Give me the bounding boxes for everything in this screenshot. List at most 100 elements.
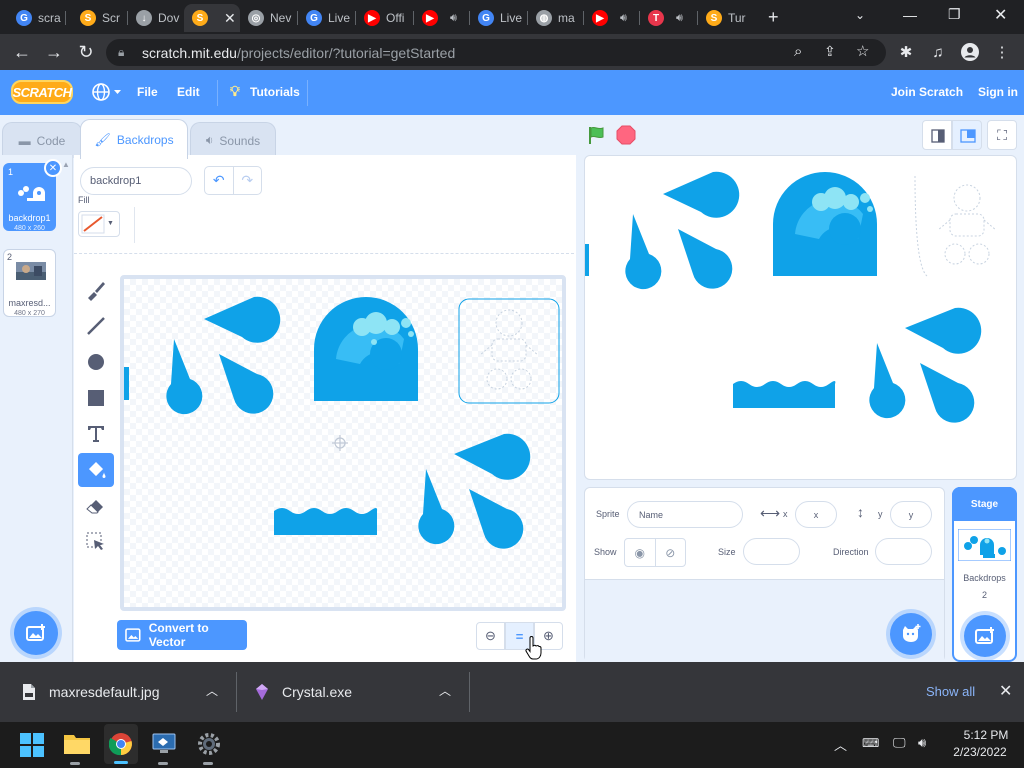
tab-sounds-label: Sounds — [219, 133, 261, 148]
join-scratch-link[interactable]: Join Scratch — [891, 85, 963, 99]
backdrop-list-scrollbar[interactable]: ▲ — [60, 155, 72, 625]
browser-tab[interactable]: S Scr — [72, 4, 126, 32]
tutorials-menu[interactable]: Tutorials — [250, 85, 300, 99]
minimize-icon[interactable]: — — [903, 7, 917, 23]
browser-tab[interactable]: ◎ Nev — [240, 4, 296, 32]
stage-selector[interactable]: Stage Backdrops 2 — [952, 487, 1017, 662]
new-tab-button[interactable]: + — [768, 7, 788, 27]
reload-icon[interactable]: ↻ — [74, 40, 98, 64]
green-flag-button[interactable] — [586, 124, 608, 146]
audio-playing-icon[interactable]: 🔊︎ — [620, 12, 627, 25]
tab-sounds[interactable]: 🔉︎ Sounds — [190, 122, 276, 158]
chevron-up-icon[interactable]: ︿ — [439, 682, 451, 699]
sprite-name-placeholder: Name — [639, 509, 664, 520]
audio-playing-icon[interactable]: 🔊︎ — [450, 12, 457, 25]
close-tab-icon[interactable]: ✕ — [224, 10, 236, 27]
stop-button[interactable] — [615, 124, 637, 146]
volume-icon[interactable]: 🔊︎ — [918, 735, 926, 751]
browser-tab[interactable]: G Live — [298, 4, 354, 32]
browser-tab[interactable]: S Tur — [698, 4, 758, 32]
paint-editor: backdrop1 ↶ ↷ Fill ▼ Convert to Vector — [74, 155, 576, 662]
redo-icon[interactable]: ↷ — [234, 167, 262, 194]
network-icon[interactable]: 🖵︎ — [893, 735, 906, 751]
restore-icon[interactable]: ❐ — [948, 6, 961, 23]
edit-menu[interactable]: Edit — [177, 85, 200, 99]
close-shelf-icon[interactable]: ✕ — [999, 681, 1012, 701]
windows-start-icon[interactable] — [20, 733, 44, 757]
browser-tab[interactable]: ◍ ma — [528, 4, 582, 32]
file-menu[interactable]: File — [137, 85, 158, 99]
convert-to-vector-button[interactable]: Convert to Vector — [117, 620, 247, 650]
share-icon[interactable]: ⇪ — [824, 43, 836, 60]
browser-tab[interactable]: S ✕ — [184, 4, 240, 32]
download-item[interactable]: maxresdefault.jpg ︿ — [0, 662, 236, 722]
undo-icon[interactable]: ↶ — [205, 167, 234, 194]
browser-tab[interactable]: ▶ 🔊︎ — [584, 4, 638, 32]
line-tool[interactable] — [78, 309, 114, 343]
settings-gear-icon[interactable] — [197, 732, 221, 756]
browser-tab[interactable]: ↓ Dov — [128, 4, 182, 32]
scratch-logo[interactable]: SCRATCH — [11, 80, 73, 104]
x-input[interactable]: x — [795, 501, 837, 528]
address-bar[interactable]: 🔒︎ scratch.mit.edu/projects/editor/?tuto… — [106, 39, 886, 66]
tab-backdrops[interactable]: 🖌︎ Backdrops — [80, 119, 188, 159]
tab-search-icon[interactable]: ⌄ — [855, 8, 865, 22]
keyboard-icon[interactable]: ⌨ — [862, 736, 879, 750]
chrome-taskbar-button[interactable] — [104, 724, 138, 764]
paint-canvas[interactable] — [120, 275, 566, 611]
zoom-out-button[interactable]: ⊖ — [476, 622, 505, 650]
browser-tab[interactable]: T 🔊︎ — [640, 4, 696, 32]
large-stage-button[interactable] — [952, 120, 982, 150]
size-input[interactable] — [743, 538, 800, 565]
fullscreen-button[interactable]: ⛶ — [987, 120, 1017, 150]
chevron-up-icon[interactable]: ︿ — [206, 682, 218, 699]
bookmark-star-icon[interactable]: ☆ — [856, 42, 869, 60]
show-all-link[interactable]: Show all — [926, 684, 975, 699]
extensions-icon[interactable]: ✱ — [896, 42, 916, 62]
browser-tab[interactable]: ▶ 🔊︎ — [414, 4, 468, 32]
browser-tab[interactable]: G Live — [470, 4, 526, 32]
tab-code[interactable]: ▬ Code — [2, 122, 82, 158]
backdrop-item[interactable]: 2 maxresd... 480 x 270 — [3, 249, 56, 317]
sign-in-link[interactable]: Sign in — [978, 85, 1018, 99]
media-control-icon[interactable]: ♫ — [928, 42, 948, 62]
circle-tool[interactable] — [78, 345, 114, 379]
browser-tab[interactable]: Gscra — [8, 4, 64, 32]
zoom-icon[interactable]: ⌕ — [794, 43, 802, 60]
eye-icon[interactable]: ◉ — [625, 539, 656, 566]
rectangle-tool[interactable] — [78, 381, 114, 415]
paintbrush-icon: 🖌︎ — [94, 131, 111, 147]
small-stage-button[interactable] — [922, 120, 952, 150]
browser-menu-icon[interactable]: ⋮ — [992, 42, 1012, 62]
choose-backdrop-button[interactable] — [14, 611, 58, 655]
text-tool[interactable] — [78, 417, 114, 451]
language-menu[interactable] — [91, 82, 123, 102]
remote-desktop-icon[interactable] — [152, 732, 176, 756]
eraser-tool[interactable] — [78, 489, 114, 523]
browser-tab-label: Tur — [728, 11, 746, 25]
direction-input[interactable] — [875, 538, 932, 565]
tray-chevron-icon[interactable]: ︿ — [834, 735, 847, 754]
brush-tool[interactable] — [78, 273, 114, 307]
clock-time[interactable]: 5:12 PM — [958, 728, 1014, 742]
fill-color-picker[interactable]: ▼ — [78, 211, 120, 237]
download-item[interactable]: Crystal.exe ︿ — [237, 662, 469, 722]
choose-stage-backdrop-button[interactable] — [964, 615, 1006, 657]
file-explorer-icon[interactable] — [64, 732, 90, 756]
eye-hidden-icon[interactable]: ⊘ — [656, 539, 686, 566]
audio-playing-icon[interactable]: 🔊︎ — [676, 12, 683, 25]
download-shelf: maxresdefault.jpg ︿ Crystal.exe ︿ Show a… — [0, 662, 1024, 722]
stage-canvas[interactable] — [584, 155, 1017, 480]
choose-sprite-button[interactable] — [890, 613, 932, 655]
sprite-name-input[interactable]: Name — [627, 501, 743, 528]
clock-date[interactable]: 2/23/2022 — [945, 745, 1015, 759]
browser-tab[interactable]: ▶ Offi — [356, 4, 412, 32]
forward-icon[interactable]: → — [42, 40, 66, 64]
y-input[interactable]: y — [890, 501, 932, 528]
select-tool[interactable] — [78, 525, 114, 559]
fill-tool[interactable] — [78, 453, 114, 487]
costume-name-input[interactable]: backdrop1 — [80, 167, 192, 195]
profile-icon[interactable] — [960, 42, 980, 62]
back-icon[interactable]: ← — [10, 40, 34, 64]
close-window-icon[interactable]: ✕ — [994, 5, 1007, 25]
